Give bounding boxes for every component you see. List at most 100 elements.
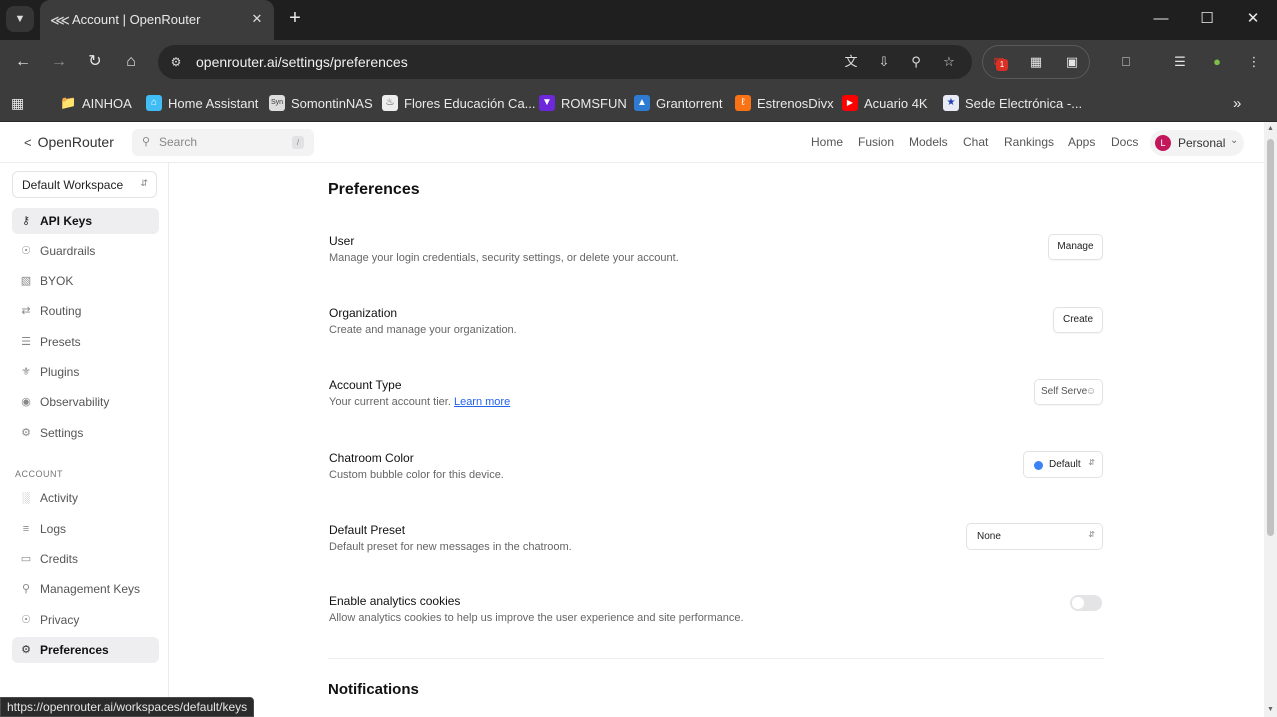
maximize-window-icon[interactable]: ☐: [1193, 8, 1221, 30]
sidebar-item-preferences[interactable]: ⚙ Preferences: [12, 637, 159, 663]
nav-link-apps[interactable]: Apps: [1068, 135, 1095, 149]
tab-close-icon[interactable]: ✕: [248, 10, 266, 28]
install-app-icon[interactable]: ⇩: [874, 52, 894, 72]
sidebar-item-label: Guardrails: [40, 244, 96, 258]
bookmark-acuario-4k[interactable]: ▶ Acuario 4K: [842, 93, 928, 113]
sidebar-item-plugins[interactable]: ⚜ Plugins: [12, 359, 159, 385]
address-bar[interactable]: ⚙ openrouter.ai/settings/preferences 文 ⇩…: [158, 45, 972, 79]
translate-icon[interactable]: 文: [841, 52, 861, 72]
nav-link-docs[interactable]: Docs: [1111, 135, 1138, 149]
search-input[interactable]: ⚲ Search /: [132, 129, 314, 156]
learn-more-link[interactable]: Learn more: [454, 396, 510, 408]
default-preset-select[interactable]: None ⇵: [966, 523, 1103, 550]
sidebar-item-logs[interactable]: ≡ Logs: [12, 516, 159, 542]
forward-arrow-icon[interactable]: →: [47, 50, 71, 74]
bookmark-flores[interactable]: ♨ Flores Educación Ca...: [382, 93, 536, 113]
close-window-icon[interactable]: ✕: [1239, 8, 1267, 30]
bookmarks-bar: ▦ 📁 AINHOA ⌂ Home Assistant Syn SomontinNAS…: [0, 84, 1277, 122]
sidebar-item-presets[interactable]: ☰ Presets: [12, 329, 159, 355]
sidebar-item-label: Settings: [40, 426, 84, 440]
nav-link-models[interactable]: Models: [909, 135, 948, 149]
address-url[interactable]: openrouter.ai/settings/preferences: [196, 54, 408, 70]
bookmark-sede-electronica[interactable]: ★ Sede Electrónica -...: [943, 93, 1082, 113]
bookmark-estrenosdivx[interactable]: ℓ EstrenosDivx: [735, 93, 834, 113]
sidebar-item-label: Routing: [40, 304, 82, 318]
back-arrow-icon[interactable]: ←: [11, 50, 35, 74]
reload-icon[interactable]: ↻: [83, 50, 107, 74]
minimize-window-icon[interactable]: —: [1147, 8, 1175, 30]
bookmark-label: SomontinNAS: [291, 95, 373, 111]
preference-title: Organization: [329, 306, 398, 320]
sidebar-item-credits[interactable]: ▭ Credits: [12, 546, 159, 572]
select-value: Default: [1049, 459, 1081, 470]
nav-link-fusion[interactable]: Fusion: [858, 135, 894, 149]
brand-link[interactable]: < OpenRouter: [24, 134, 114, 150]
sidebar-item-guardrails[interactable]: ☉ Guardrails: [12, 238, 159, 264]
preference-description: Your current account tier. Learn more: [329, 396, 510, 408]
workspace-selector[interactable]: Default Workspace ⇵: [12, 171, 157, 198]
apps-grid-icon[interactable]: ▦: [11, 93, 24, 113]
gear-icon: ⚙: [21, 427, 31, 439]
section-divider: [328, 658, 1104, 659]
flores-icon: ♨: [382, 95, 398, 111]
bookmark-ainhoa[interactable]: 📁 AINHOA: [60, 93, 132, 113]
sidebar-item-routing[interactable]: ⇄ Routing: [12, 298, 159, 324]
shield-icon: ☉: [21, 614, 31, 626]
nav-link-chat[interactable]: Chat: [963, 135, 988, 149]
bookmark-romsfun[interactable]: ▼ ROMSFUN: [539, 93, 627, 113]
page-scrollbar[interactable]: ▲ ▼: [1264, 122, 1277, 717]
sidebar-item-observability[interactable]: ◉ Observability: [12, 389, 159, 415]
manage-user-button[interactable]: Manage: [1048, 234, 1103, 260]
account-tier-text: Your current account tier.: [329, 396, 451, 408]
sidebar-item-api-keys[interactable]: ⚷ API Keys: [12, 208, 159, 234]
browser-tab[interactable]: ⋘ Account | OpenRouter ✕: [40, 0, 274, 40]
sidebar-item-settings[interactable]: ⚙ Settings: [12, 420, 159, 446]
account-label: Personal: [1178, 136, 1226, 150]
sidebar-item-label: Privacy: [40, 613, 80, 627]
bookmark-label: Home Assistant: [168, 95, 259, 111]
analytics-cookies-toggle[interactable]: [1070, 595, 1102, 611]
scroll-up-arrow-icon[interactable]: ▲: [1267, 125, 1274, 132]
create-organization-button[interactable]: Create: [1053, 307, 1103, 333]
nav-link-rankings[interactable]: Rankings: [1004, 135, 1054, 149]
sidebar-item-privacy[interactable]: ☉ Privacy: [12, 607, 159, 633]
brand-name: OpenRouter: [37, 134, 114, 150]
nav-link-home[interactable]: Home: [811, 135, 843, 149]
profile-avatar-icon[interactable]: ●: [1205, 50, 1229, 74]
tab-search-chevron-icon[interactable]: ▼: [6, 6, 34, 32]
sidebar-item-management-keys[interactable]: ⚲ Management Keys: [12, 576, 159, 602]
key-icon: ⚷: [21, 215, 31, 227]
home-icon[interactable]: ⌂: [119, 50, 143, 74]
account-menu-button[interactable]: L Personal ⌄: [1150, 130, 1244, 156]
qr-extension-icon[interactable]: ▦: [1024, 50, 1048, 74]
youtube-icon: ▶: [842, 95, 858, 111]
site-info-icon[interactable]: ⚙: [166, 52, 186, 72]
workspace-name: Default Workspace: [22, 178, 124, 192]
extensions-puzzle-icon[interactable]: ▣: [1060, 50, 1084, 74]
bookmark-star-icon[interactable]: ☆: [939, 52, 959, 72]
zoom-icon[interactable]: ⚲: [906, 52, 926, 72]
media-control-icon[interactable]: ⎕: [1114, 50, 1138, 74]
bookmark-grantorrent[interactable]: ▲ Grantorrent: [634, 93, 722, 113]
sidebar-item-activity[interactable]: ░ Activity: [12, 485, 159, 511]
browser-toolbar: ← → ↻ ⌂ ⚙ openrouter.ai/settings/prefere…: [0, 40, 1277, 84]
bookmark-home-assistant[interactable]: ⌂ Home Assistant: [146, 93, 258, 113]
user-icon: ☺: [1085, 386, 1096, 397]
bookmark-label: Acuario 4K: [864, 95, 928, 111]
more-bookmarks-chevron-icon[interactable]: »: [1233, 93, 1241, 113]
color-swatch: [1034, 461, 1043, 470]
preference-title: Enable analytics cookies: [329, 594, 461, 608]
scrollbar-thumb[interactable]: [1267, 139, 1274, 536]
reading-list-icon[interactable]: ☰: [1168, 50, 1192, 74]
bookmark-somontinnas[interactable]: Syn SomontinNAS: [269, 93, 373, 113]
grantorrent-icon: ▲: [634, 95, 650, 111]
new-tab-plus-icon[interactable]: +: [284, 8, 306, 30]
folder-icon: 📁: [60, 95, 77, 110]
preference-description: Allow analytics cookies to help us impro…: [329, 612, 744, 624]
sidebar-item-label: Credits: [40, 552, 79, 566]
openrouter-page: < OpenRouter ⚲ Search / Home Fusion Mode…: [0, 122, 1264, 717]
chatroom-color-select[interactable]: Default ⇵: [1023, 451, 1103, 478]
scroll-down-arrow-icon[interactable]: ▼: [1267, 706, 1274, 713]
sidebar-item-byok[interactable]: ▧ BYOK: [12, 268, 159, 294]
browser-menu-icon[interactable]: ⋮: [1242, 50, 1266, 74]
